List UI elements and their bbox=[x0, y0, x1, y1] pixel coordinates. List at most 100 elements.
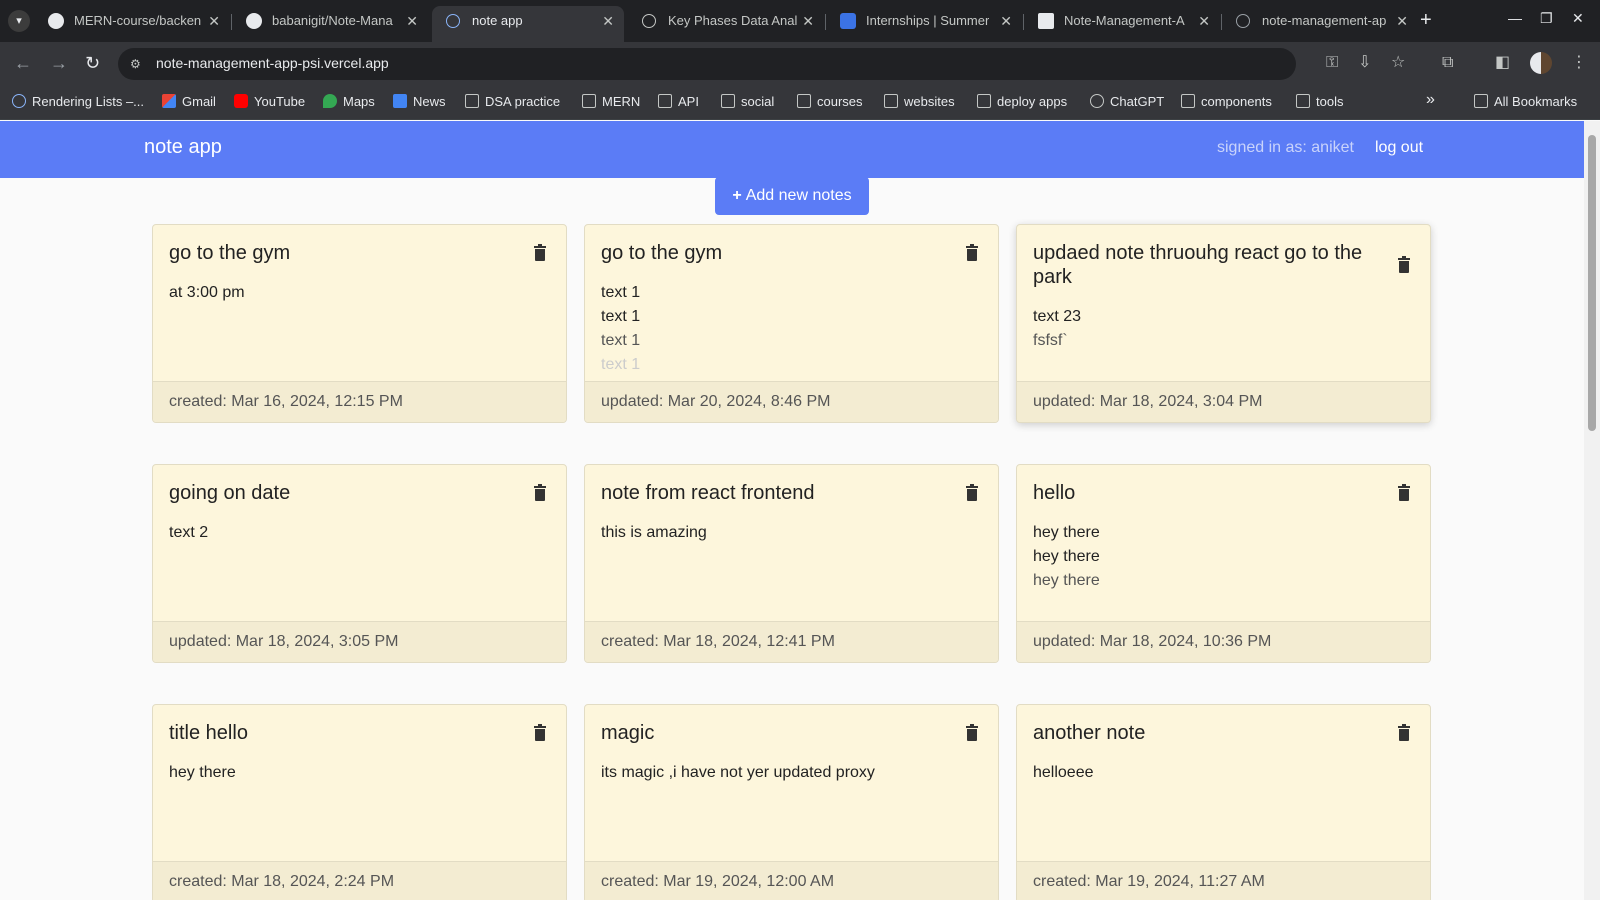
note-card[interactable]: going on date text 2 updated: Mar 18, 2024… bbox=[152, 464, 567, 663]
browser-toolbar: ← → ↻ ⚙ note-management-app-psi.vercel.a… bbox=[0, 42, 1600, 86]
bookmark-maps[interactable]: Maps bbox=[323, 94, 375, 109]
note-text-line: text 2 bbox=[169, 524, 209, 541]
extensions-icon[interactable]: ⧉ bbox=[1442, 53, 1453, 73]
bookmark-websites[interactable]: websites bbox=[884, 94, 955, 109]
note-body: this is amazing bbox=[601, 521, 971, 621]
bookmark-rendering-lists[interactable]: Rendering Lists –... bbox=[12, 94, 144, 109]
tab-search-icon[interactable]: ▾ bbox=[8, 10, 30, 32]
forward-icon[interactable]: → bbox=[50, 54, 68, 72]
side-panel-icon[interactable]: ◧ bbox=[1495, 53, 1510, 73]
signed-in-text: signed in as: aniket bbox=[1217, 139, 1354, 156]
bookmark-api[interactable]: API bbox=[658, 94, 699, 109]
reload-icon[interactable]: ↻ bbox=[85, 54, 100, 72]
bookmark-tools[interactable]: tools bbox=[1296, 94, 1343, 109]
note-app-page: note app signed in as: aniket log out + A… bbox=[0, 121, 1584, 900]
close-icon[interactable]: ✕ bbox=[602, 6, 614, 36]
all-bookmarks[interactable]: All Bookmarks bbox=[1474, 94, 1577, 109]
folder-icon bbox=[1296, 94, 1310, 108]
trash-icon[interactable] bbox=[534, 244, 546, 261]
note-body: text 2 bbox=[169, 521, 539, 621]
install-app-icon[interactable]: ⇩ bbox=[1358, 53, 1371, 73]
tab-mern-course[interactable]: MERN-course/backen ✕ bbox=[34, 6, 230, 42]
note-card[interactable]: updaed note thruouhg react go to the par… bbox=[1016, 224, 1431, 423]
close-icon[interactable]: ✕ bbox=[802, 6, 814, 36]
bookmark-label: YouTube bbox=[254, 94, 306, 109]
close-icon[interactable]: ✕ bbox=[1000, 6, 1012, 36]
bookmark-star-icon[interactable]: ☆ bbox=[1391, 53, 1405, 73]
url-text[interactable]: note-management-app-psi.vercel.app bbox=[156, 55, 389, 71]
note-body: helloeee bbox=[1033, 761, 1403, 861]
bookmark-label: deploy apps bbox=[997, 94, 1068, 109]
note-body: text 1 text 1 text 1 text 1 bbox=[601, 281, 971, 381]
note-timestamp: created: Mar 18, 2024, 12:41 PM bbox=[585, 621, 998, 662]
note-card[interactable]: note from react frontend this is amazing c… bbox=[584, 464, 999, 663]
tab-note-management-vercel[interactable]: Note-Management-A ✕ bbox=[1024, 6, 1220, 42]
folder-icon bbox=[721, 94, 735, 108]
bookmark-gmail[interactable]: Gmail bbox=[162, 94, 216, 109]
tab-note-management-site[interactable]: note-management-ap ✕ bbox=[1222, 6, 1418, 42]
tab-title: note app bbox=[472, 13, 523, 28]
bookmark-chatgpt[interactable]: ChatGPT bbox=[1090, 94, 1164, 109]
react-icon bbox=[446, 14, 460, 28]
note-text-line: text 23 bbox=[1033, 308, 1082, 325]
close-icon[interactable]: ✕ bbox=[1396, 6, 1408, 36]
profile-avatar[interactable] bbox=[1530, 52, 1552, 74]
trash-icon[interactable] bbox=[966, 724, 978, 741]
note-card[interactable]: title hello hey there created: Mar 18, 202… bbox=[152, 704, 567, 900]
note-text-line: hey there bbox=[1033, 524, 1100, 541]
bookmark-components[interactable]: components bbox=[1181, 94, 1272, 109]
trash-icon[interactable] bbox=[534, 484, 546, 501]
close-icon[interactable]: ✕ bbox=[1198, 6, 1210, 36]
page-scrollbar[interactable] bbox=[1584, 121, 1600, 900]
logout-button[interactable]: log out bbox=[1375, 139, 1423, 157]
close-icon[interactable]: ✕ bbox=[208, 6, 220, 36]
site-info-icon[interactable]: ⚙ bbox=[130, 56, 146, 72]
tab-key-phases[interactable]: Key Phases Data Anal ✕ bbox=[628, 6, 824, 42]
note-card[interactable]: another note helloeee created: Mar 19, 202… bbox=[1016, 704, 1431, 900]
bookmark-label: social bbox=[741, 94, 775, 109]
trash-icon[interactable] bbox=[534, 724, 546, 741]
tab-internships[interactable]: Internships | Summer ✕ bbox=[826, 6, 1022, 42]
note-card[interactable]: go to the gym at 3:00 pm created: Mar 16, … bbox=[152, 224, 567, 423]
chatgpt-icon bbox=[642, 14, 656, 28]
note-card[interactable]: magic its magic ,i have not yer updated p… bbox=[584, 704, 999, 900]
note-timestamp: created: Mar 19, 2024, 12:00 AM bbox=[585, 861, 998, 900]
add-note-button[interactable]: + Add new notes bbox=[715, 177, 869, 215]
trash-icon[interactable] bbox=[966, 484, 978, 501]
trash-icon[interactable] bbox=[1398, 484, 1410, 501]
bookmark-label: DSA practice bbox=[485, 94, 561, 109]
new-tab-icon[interactable]: + bbox=[1420, 9, 1432, 32]
brand-logo[interactable]: note app bbox=[144, 136, 222, 159]
trash-icon[interactable] bbox=[1398, 724, 1410, 741]
tab-note-app[interactable]: note app ✕ bbox=[432, 6, 624, 42]
bookmark-news[interactable]: News bbox=[393, 94, 446, 109]
bookmark-label: API bbox=[678, 94, 699, 109]
note-card[interactable]: go to the gym text 1 text 1 text 1 text 1 upd… bbox=[584, 224, 999, 423]
close-window-icon[interactable]: ✕ bbox=[1572, 10, 1584, 27]
password-key-icon[interactable]: ⚿ bbox=[1326, 53, 1338, 73]
minimize-icon[interactable]: — bbox=[1508, 10, 1522, 26]
close-icon[interactable]: ✕ bbox=[406, 6, 418, 36]
note-card[interactable]: hello hey there hey there hey there updated:… bbox=[1016, 464, 1431, 663]
restore-icon[interactable]: ❐ bbox=[1540, 10, 1553, 27]
bookmark-label: All Bookmarks bbox=[1494, 94, 1578, 109]
trash-icon[interactable] bbox=[1398, 256, 1410, 273]
bookmark-courses[interactable]: courses bbox=[797, 94, 863, 109]
note-title: going on date bbox=[169, 482, 291, 504]
trash-icon[interactable] bbox=[966, 244, 978, 261]
more-bookmarks-icon[interactable]: » bbox=[1426, 91, 1435, 109]
bookmark-dsa-practice[interactable]: DSA practice bbox=[465, 94, 560, 109]
bookmark-mern[interactable]: MERN bbox=[582, 94, 640, 109]
bookmark-label: Maps bbox=[343, 94, 375, 109]
plus-icon: + bbox=[732, 187, 742, 204]
bookmarks-bar: Rendering Lists –... Gmail YouTube Maps … bbox=[0, 86, 1600, 120]
back-icon[interactable]: ← bbox=[14, 54, 32, 72]
tab-note-management-repo[interactable]: babanigit/Note-Mana ✕ bbox=[232, 6, 428, 42]
bookmark-youtube[interactable]: YouTube bbox=[234, 94, 305, 109]
bookmark-deploy-apps[interactable]: deploy apps bbox=[977, 94, 1067, 109]
scrollbar-thumb[interactable] bbox=[1588, 135, 1596, 431]
note-title: another note bbox=[1033, 722, 1146, 744]
bookmark-social[interactable]: social bbox=[721, 94, 774, 109]
address-bar[interactable]: ⚙ note-management-app-psi.vercel.app bbox=[118, 48, 1296, 80]
menu-icon[interactable]: ⋮ bbox=[1571, 53, 1587, 73]
